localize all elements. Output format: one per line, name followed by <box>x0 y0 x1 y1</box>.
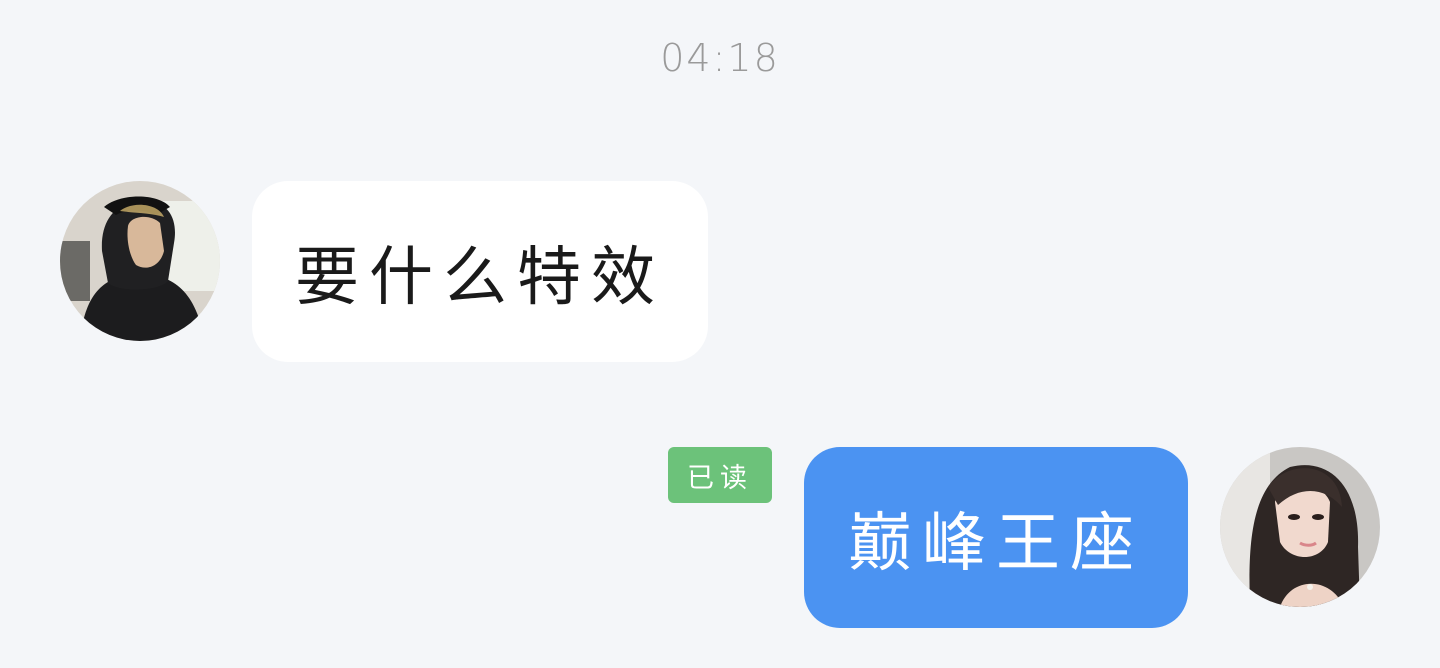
user-avatar-image <box>1220 447 1380 607</box>
user-avatar[interactable] <box>1220 447 1380 607</box>
outgoing-message-text: 巅峰王座 <box>848 506 1144 581</box>
message-timestamp: 04:18 <box>660 36 780 80</box>
outgoing-message-bubble[interactable]: 巅峰王座 <box>804 447 1188 628</box>
contact-avatar-image <box>60 181 220 341</box>
contact-avatar[interactable] <box>60 181 220 341</box>
read-status-label: 已读 <box>687 462 753 494</box>
incoming-message-bubble[interactable]: 要什么特效 <box>252 181 708 362</box>
chat-view: 04:18 要什么特效 已读 巅峰王座 <box>0 0 1440 668</box>
incoming-message-text: 要什么特效 <box>295 240 665 315</box>
read-status-badge: 已读 <box>668 447 772 503</box>
